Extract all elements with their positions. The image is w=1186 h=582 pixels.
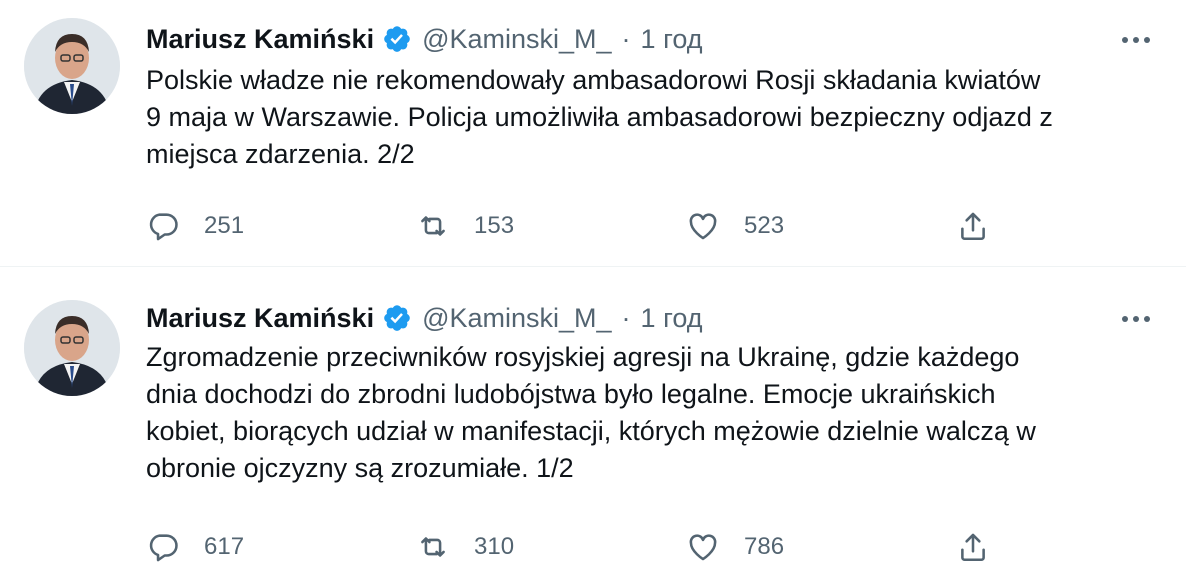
reply-count: 251 — [204, 212, 245, 239]
share-button[interactable] — [956, 530, 996, 564]
reply-icon — [149, 534, 178, 562]
tweet-header: Mariusz Kamiński @Kaminski_M_ · 1 год — [146, 20, 703, 58]
reply-icon — [149, 213, 178, 241]
tweet[interactable]: Mariusz Kamiński @Kaminski_M_ · 1 год Zg… — [0, 266, 1186, 581]
action-bar: 617 310 786 — [146, 527, 1006, 567]
retweet-icon — [421, 537, 445, 557]
like-icon — [689, 213, 717, 240]
retweet-button[interactable]: 153 — [416, 209, 686, 243]
like-count: 523 — [744, 212, 785, 239]
verified-badge-icon — [382, 303, 412, 333]
tweet-text: Zgromadzenie przeciwników rosyjskiej agr… — [146, 342, 1036, 483]
avatar[interactable] — [24, 18, 120, 114]
author-name[interactable]: Mariusz Kamiński — [146, 24, 374, 55]
timestamp[interactable]: 1 год — [641, 303, 703, 334]
reply-button[interactable]: 251 — [146, 209, 416, 243]
more-icon[interactable] — [1118, 30, 1154, 50]
share-button[interactable] — [956, 209, 996, 243]
separator: · — [621, 23, 631, 54]
reply-button[interactable]: 617 — [146, 530, 416, 564]
author-name[interactable]: Mariusz Kamiński — [146, 303, 374, 334]
tweet-header: Mariusz Kamiński @Kaminski_M_ · 1 год — [146, 299, 703, 337]
like-count: 786 — [744, 533, 785, 560]
retweet-count: 153 — [474, 212, 515, 239]
share-icon — [961, 212, 985, 241]
verified-badge-icon — [382, 24, 412, 54]
more-icon[interactable] — [1118, 309, 1154, 329]
reply-count: 617 — [204, 533, 245, 560]
retweet-button[interactable]: 310 — [416, 530, 686, 564]
tweet[interactable]: Mariusz Kamiński @Kaminski_M_ · 1 год Po… — [0, 0, 1186, 266]
retweet-icon — [421, 216, 445, 236]
avatar[interactable] — [24, 300, 120, 396]
separator: · — [621, 302, 631, 333]
tweet-text: Polskie władze nie rekomendowały ambasad… — [146, 65, 1053, 169]
author-handle[interactable]: @Kaminski_M_ — [422, 24, 611, 55]
like-icon — [689, 534, 717, 561]
like-button[interactable]: 786 — [686, 530, 956, 564]
author-handle[interactable]: @Kaminski_M_ — [422, 303, 611, 334]
timestamp[interactable]: 1 год — [641, 24, 703, 55]
share-icon — [961, 533, 985, 562]
like-button[interactable]: 523 — [686, 209, 956, 243]
action-bar: 251 153 523 — [146, 206, 1006, 246]
retweet-count: 310 — [474, 533, 515, 560]
